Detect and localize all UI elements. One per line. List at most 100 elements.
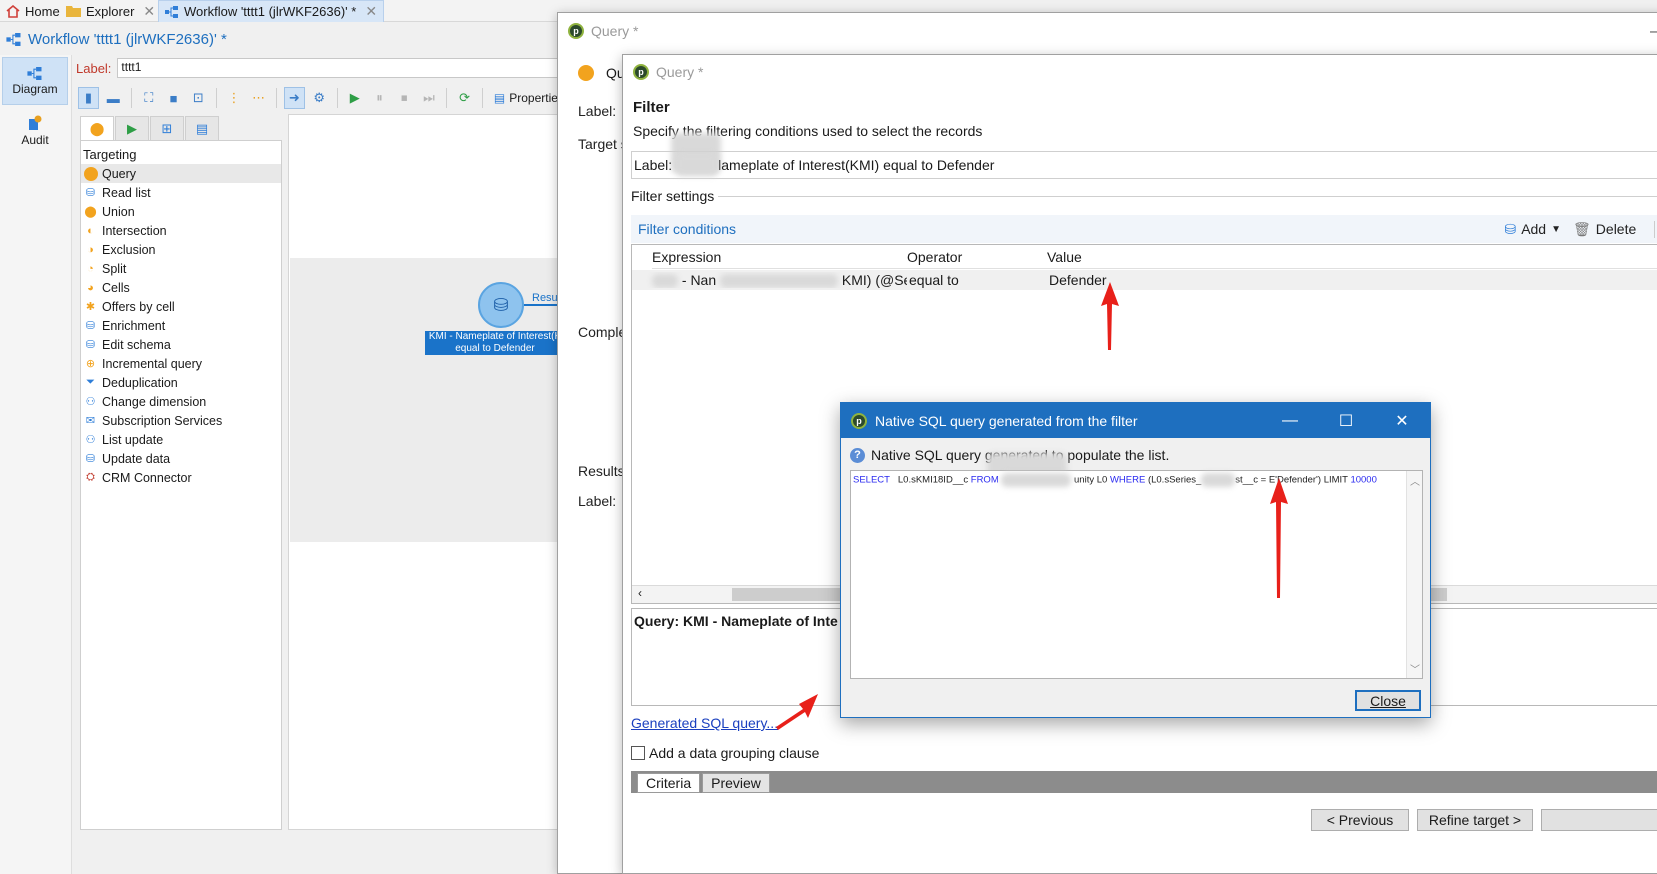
palette-item-update-data[interactable]: ⛁ Update data [81,449,281,468]
maximize-icon[interactable]: ☐ [1318,403,1374,438]
nav-audit[interactable]: Audit [2,107,68,155]
palette-item-deduplication[interactable]: ⏷ Deduplication [81,373,281,392]
sql-column: L0.sKMI18ID__c [897,474,969,486]
tab-targeting[interactable]: ⬤ [80,116,114,140]
exclusion-icon: ◑ [87,243,94,256]
tab-home[interactable]: Home [0,0,66,22]
previous-button[interactable]: < Previous [1311,809,1409,831]
palette-item-crm-connector[interactable]: ⛭ CRM Connector [81,468,281,487]
filter-conditions-title: Filter conditions [638,221,737,237]
add-label: Add [1521,221,1547,237]
palette-item-intersection[interactable]: ◐ Intersection [81,221,281,240]
palette-item-union[interactable]: ⬤ Union [81,202,281,221]
tab-events[interactable]: ▤ [185,116,219,140]
palette-item-subscription-services[interactable]: ✉ Subscription Services [81,411,281,430]
palette-item-incremental-query[interactable]: ⊕ Incremental query [81,354,281,373]
pause-icon[interactable]: ⏸ [369,87,390,109]
annotation-arrow [1270,478,1288,598]
next-button[interactable] [1541,809,1657,831]
table-row[interactable]: - Nan KMI) (@Ser equal to Defender [632,270,1657,290]
query-node[interactable]: ⛁ [478,282,524,328]
palette-item-exclusion[interactable]: ◑ Exclusion [81,240,281,259]
palette-item-query[interactable]: Query [81,164,281,183]
align-vertical-icon[interactable]: ⋮ [224,87,245,109]
tab-explorer[interactable]: Explorer ✕ [60,0,161,22]
nav-diagram[interactable]: Diagram [2,57,68,105]
minimize-icon[interactable]: — [1650,23,1657,41]
workflow-icon [165,5,178,18]
query-back-label: Label: [578,103,617,119]
campaign-logo-icon: p [633,64,649,80]
filter-label-input[interactable]: lameplate of Interest(KMI) equal to Defe… [718,157,994,173]
window-controls: — ☐ ✕ [1262,403,1430,438]
column-expression[interactable]: Expression [652,249,907,265]
column-value[interactable]: Value [1047,249,1347,265]
scroll-up-icon[interactable]: ︿ [1410,473,1420,488]
filter-conditions-bar: Filter conditions ⛁ Add ▼ 🗑 Delete ⇦ [631,215,1657,243]
row-value[interactable]: Defender [1047,272,1347,288]
palette-item-offers-by-cell[interactable]: ✱ Offers by cell [81,297,281,316]
intersection-icon: ◐ [87,224,94,237]
generated-sql-link[interactable]: Generated SQL query... [631,715,778,731]
workflow-icon [6,33,21,46]
chevron-down-icon[interactable]: ▼ [1551,224,1561,235]
minimize-icon[interactable]: — [1262,403,1318,438]
scroll-left-icon[interactable]: ‹ [638,586,642,600]
palette-item-enrichment[interactable]: ⛁ Enrichment [81,316,281,335]
tab-actions[interactable]: ⊞ [150,116,184,140]
zoom-fit-icon[interactable]: ⊡ [188,87,209,109]
tab-criteria[interactable]: Criteria [637,773,701,793]
database-icon: ⛁ [493,294,509,315]
refresh-icon[interactable]: ⟳ [454,87,475,109]
layout-horizontal-icon[interactable]: ▬ [103,87,124,109]
sql-vertical-scrollbar[interactable]: ︿ ﹀ [1406,471,1422,678]
palette-item-label: Deduplication [102,375,178,390]
palette-item-read-list[interactable]: ⛁ Read list [81,183,281,202]
palette-item-label: Subscription Services [102,413,223,428]
step-icon[interactable]: ⏭ [419,87,440,109]
palette-item-label: Cells [102,280,130,295]
stop-icon[interactable]: ⏹ [394,87,415,109]
flow-control-icon: ▶ [127,120,137,136]
union-icon: ⬤ [84,206,97,218]
palette-item-edit-schema[interactable]: ⛁ Edit schema [81,335,281,354]
align-horizontal-icon[interactable]: ⋯ [248,87,269,109]
start-icon[interactable]: ▶ [344,87,365,109]
workflow-settings-icon[interactable]: ⚙ [309,87,330,109]
palette-item-label: List update [102,432,164,447]
row-expression[interactable]: - Nan KMI) (@Ser [632,272,907,289]
refine-target-button[interactable]: Refine target > [1417,809,1533,831]
zoom-reset-icon[interactable]: ■ [163,87,184,109]
scroll-down-icon[interactable]: ﹀ [1410,661,1420,676]
redaction-blur [1001,473,1072,487]
run-mode-icon[interactable]: ➜ [283,87,305,109]
palette-tabs: ⬤ ▶ ⊞ ▤ [80,116,222,140]
query-node-label: KMI - Nameplate of Interest(K equal to D… [425,331,565,355]
palette-item-split[interactable]: ◔ Split [81,259,281,278]
grouping-option[interactable]: Add a data grouping clause [631,745,819,761]
tab-workflow[interactable]: Workflow 'tttt1 (jlrWKF2636)' * ✕ [158,0,385,22]
delete-button[interactable]: 🗑 Delete [1573,221,1636,238]
layout-vertical-icon[interactable]: ▮ [78,87,99,109]
tab-preview[interactable]: Preview [702,773,770,793]
palette-item-change-dimension[interactable]: ⚇ Change dimension [81,392,281,411]
sql-text-area[interactable]: SELECT L0.sKMI18ID__c FROM unity L0 WHER… [850,470,1423,679]
close-button[interactable]: Close [1355,690,1421,711]
tab-flow-control[interactable]: ▶ [115,116,149,140]
palette-item-label: Read list [102,185,151,200]
close-icon[interactable]: ✕ [1374,403,1430,438]
sql-limit-value: 10000 [1350,474,1377,486]
close-icon[interactable]: ✕ [365,3,377,20]
workflow-label-input[interactable]: tttt1 [117,58,566,78]
fit-icon[interactable]: ⛶ [138,87,159,109]
close-icon[interactable]: ✕ [143,3,155,20]
palette-item-cells[interactable]: ◕ Cells [81,278,281,297]
split-icon: ◔ [87,262,94,275]
palette-item-list-update[interactable]: ⚇ List update [81,430,281,449]
column-operator[interactable]: Operator [907,249,1047,265]
add-condition-icon: ⛁ [1504,220,1517,237]
add-button[interactable]: ⛁ Add ▼ [1504,221,1561,238]
toolbar-separator [276,88,277,108]
grouping-checkbox[interactable] [631,746,645,760]
row-operator[interactable]: equal to [907,272,1047,288]
